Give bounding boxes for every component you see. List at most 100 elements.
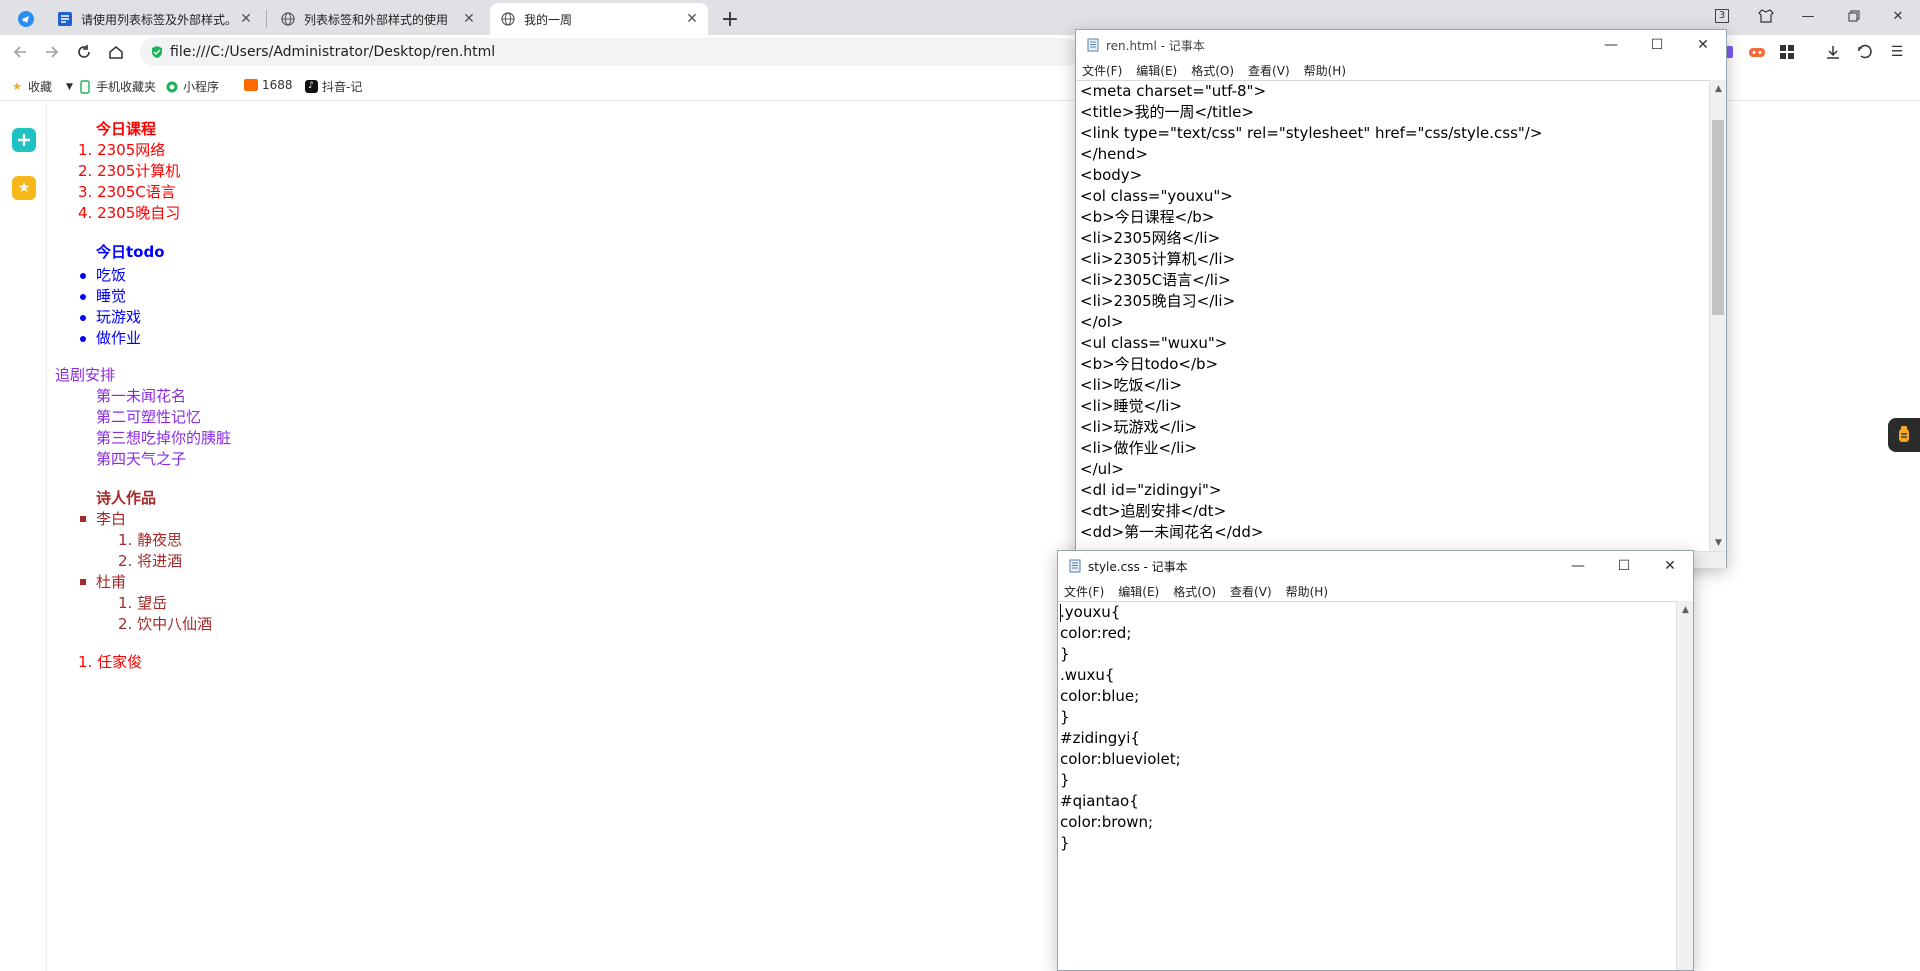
- telegram-icon: [18, 11, 34, 27]
- text-editor-area[interactable]: .youxu{ color:red; } .wuxu{ color:blue; …: [1058, 601, 1676, 970]
- menu-file[interactable]: 文件(F): [1082, 62, 1122, 79]
- list-item: 吃饭: [96, 266, 127, 284]
- scroll-down-icon[interactable]: ▼: [1710, 534, 1727, 551]
- menu-icon[interactable]: ☰: [1886, 41, 1908, 63]
- menu-help[interactable]: 帮助(H): [1286, 583, 1328, 600]
- forward-icon[interactable]: [40, 40, 64, 64]
- address-text: file:///C:/Users/Administrator/Desktop/r…: [170, 44, 496, 60]
- restore-icon[interactable]: [1840, 4, 1868, 28]
- skin-icon[interactable]: [1752, 4, 1780, 28]
- tab-task[interactable]: 请使用列表标签及外部样式。 ✕: [47, 3, 262, 35]
- list-item: 1. 任家俊: [78, 653, 143, 671]
- code-line: <li>2305计算机</li>: [1080, 250, 1236, 268]
- scroll-thumb[interactable]: [1712, 120, 1724, 315]
- code-line: color:red;: [1060, 624, 1132, 642]
- code-line: color:blue;: [1060, 687, 1140, 705]
- list-item: 2. 将进酒: [118, 552, 183, 570]
- bookmark-1688[interactable]: 1688: [244, 78, 293, 92]
- rendered-page: 今日课程 1. 2305网络 2. 2305计算机 3. 2305C语言 4. …: [48, 102, 1048, 971]
- menu-edit[interactable]: 编辑(E): [1136, 62, 1177, 79]
- address-bar[interactable]: file:///C:/Users/Administrator/Desktop/r…: [140, 38, 1080, 66]
- close-icon[interactable]: ✕: [461, 11, 477, 27]
- back-icon[interactable]: [8, 40, 32, 64]
- minimize-icon[interactable]: —: [1555, 551, 1601, 581]
- close-icon[interactable]: ✕: [1884, 4, 1912, 28]
- list-item: 1. 望岳: [118, 594, 168, 612]
- bookmark-label: 收藏: [28, 80, 53, 94]
- tab-title: 我的一周: [524, 12, 573, 27]
- bookmark-douyin[interactable]: ♪ 抖音-记: [304, 78, 362, 95]
- close-icon[interactable]: ✕: [1647, 551, 1693, 581]
- menu-format[interactable]: 格式(O): [1173, 583, 1216, 600]
- list-item: 玩游戏: [96, 308, 142, 326]
- list-item: 杜甫: [96, 573, 127, 591]
- undo-icon[interactable]: [1854, 41, 1876, 63]
- new-tab-button[interactable]: +: [717, 6, 743, 32]
- chevron-down-icon[interactable]: ▼: [66, 82, 73, 92]
- bookmark-miniapp[interactable]: 小程序: [165, 78, 219, 95]
- home-icon[interactable]: [104, 40, 128, 64]
- code-line: #qiantao{: [1060, 792, 1139, 810]
- tab-my-week[interactable]: 我的一周 ✕: [490, 3, 708, 35]
- list-item: 1. 2305网络: [78, 141, 166, 159]
- maximize-icon[interactable]: ☐: [1634, 30, 1680, 60]
- bullet-square: [80, 516, 86, 522]
- game-icon[interactable]: [1746, 41, 1768, 63]
- floating-assistant-icon[interactable]: [1888, 418, 1920, 452]
- window-title: ren.html - 记事本: [1106, 38, 1205, 53]
- menu-file[interactable]: 文件(F): [1064, 583, 1104, 600]
- star-icon: ★: [12, 80, 22, 93]
- globe-icon: [280, 11, 296, 27]
- list-item: 第四天气之子: [96, 450, 187, 468]
- list-item: 2. 饮中八仙酒: [118, 615, 213, 633]
- code-line: <b>今日todo</b>: [1080, 355, 1219, 373]
- minimize-icon[interactable]: —: [1794, 4, 1822, 28]
- text-editor-area[interactable]: <meta charset="utf-8"> <title>我的一周</titl…: [1076, 80, 1709, 551]
- menu-view[interactable]: 查看(V): [1248, 62, 1290, 79]
- code-line: <li>2305网络</li>: [1080, 229, 1221, 247]
- list-item: 第一未闻花名: [96, 387, 187, 405]
- vertical-scrollbar[interactable]: ▲: [1676, 601, 1693, 970]
- plugin-icon[interactable]: [12, 128, 36, 152]
- apps-grid-icon[interactable]: [1776, 41, 1798, 63]
- minimize-icon[interactable]: —: [1588, 30, 1634, 60]
- code-line: }: [1060, 708, 1070, 726]
- menu-format[interactable]: 格式(O): [1191, 62, 1234, 79]
- reload-icon[interactable]: [72, 40, 96, 64]
- menu-view[interactable]: 查看(V): [1230, 583, 1272, 600]
- vertical-scrollbar[interactable]: ▲ ▼: [1709, 80, 1726, 551]
- close-icon[interactable]: ✕: [684, 11, 700, 27]
- bookmark-label: 小程序: [183, 80, 220, 94]
- code-line: <li>做作业</li>: [1080, 439, 1197, 457]
- close-icon[interactable]: ✕: [238, 11, 254, 27]
- code-line: }: [1060, 771, 1070, 789]
- code-line: .wuxu{: [1060, 666, 1115, 684]
- scroll-up-icon[interactable]: ▲: [1710, 80, 1727, 97]
- course-list-title: 今日课程: [96, 120, 157, 138]
- tab-list-usage[interactable]: 列表标签和外部样式的使用 ✕: [270, 3, 485, 35]
- menu-help[interactable]: 帮助(H): [1304, 62, 1346, 79]
- notepad-window-html[interactable]: ren.html - 记事本 — ☐ ✕ 文件(F) 编辑(E) 格式(O) 查…: [1075, 29, 1727, 568]
- download-icon[interactable]: [1822, 41, 1844, 63]
- close-icon[interactable]: ✕: [1680, 30, 1726, 60]
- favorite-star-icon[interactable]: ★: [12, 176, 36, 200]
- tab-separator: [266, 10, 267, 28]
- 1688-icon: [244, 78, 258, 92]
- scroll-up-icon[interactable]: ▲: [1677, 601, 1694, 618]
- bookmark-mobile[interactable]: 手机收藏夹: [78, 78, 156, 95]
- code-line: <li>2305C语言</li>: [1080, 271, 1231, 289]
- globe-icon: [500, 11, 516, 27]
- code-line: }: [1060, 834, 1070, 852]
- menu-edit[interactable]: 编辑(E): [1118, 583, 1159, 600]
- code-line: <link type="text/css" rel="stylesheet" h…: [1080, 124, 1543, 142]
- notepad-window-css[interactable]: style.css - 记事本 — ☐ ✕ 文件(F) 编辑(E) 格式(O) …: [1057, 550, 1694, 971]
- bookmark-favorites[interactable]: ★ 收藏 ▼: [10, 78, 73, 95]
- shield-icon: [150, 45, 164, 59]
- sidebar-toggle-tab[interactable]: [8, 3, 38, 35]
- miniapp-icon: [165, 80, 179, 94]
- notepad-icon: [1086, 38, 1100, 52]
- maximize-icon[interactable]: ☐: [1601, 551, 1647, 581]
- tab-title: 列表标签和外部样式的使用: [304, 12, 449, 27]
- code-line: <meta charset="utf-8">: [1080, 82, 1267, 100]
- tab-count-badge[interactable]: 3: [1708, 4, 1736, 28]
